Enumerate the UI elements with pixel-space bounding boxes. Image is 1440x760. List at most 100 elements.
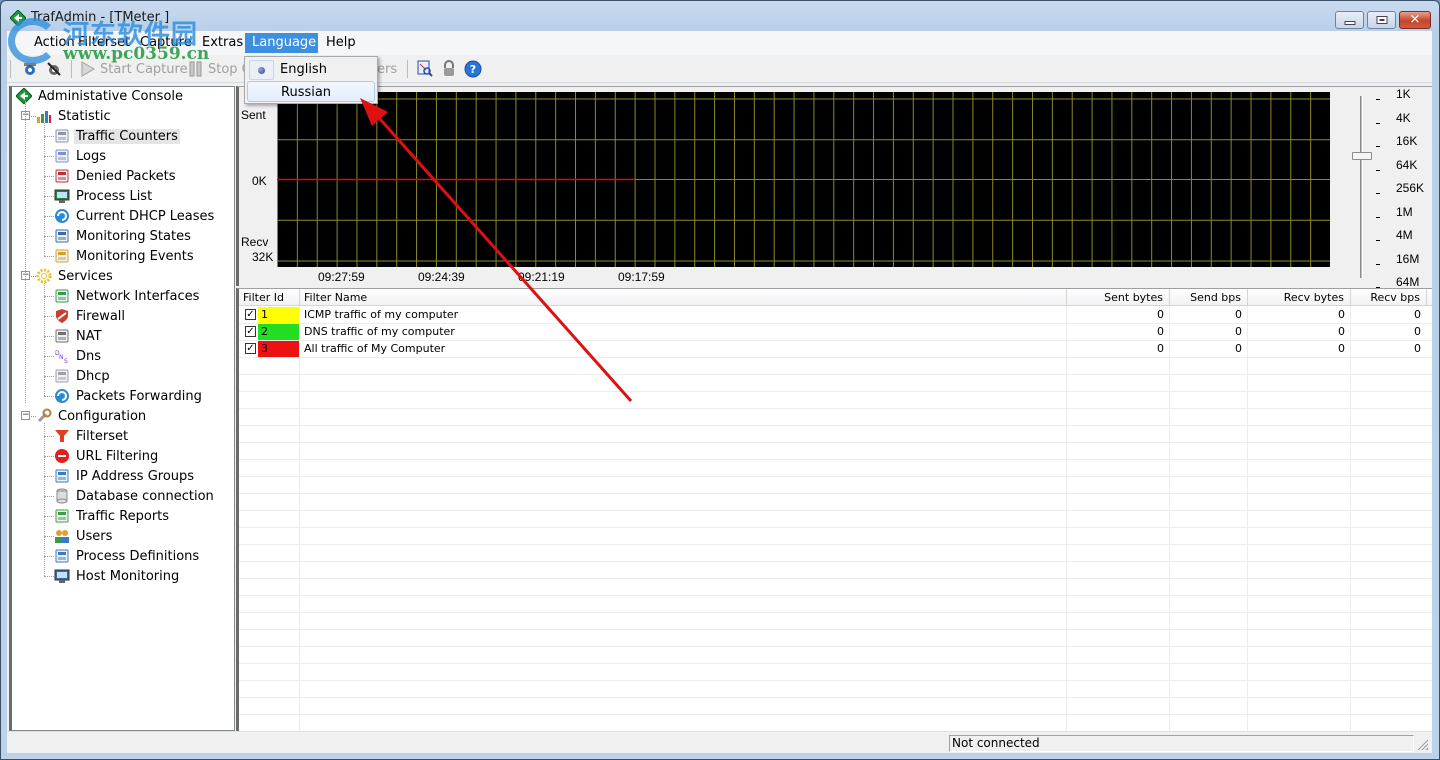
stop-capture-button[interactable]: Stop C xyxy=(187,59,251,79)
tree-item-denied-packets[interactable]: Denied Packets xyxy=(54,167,178,185)
wrench-icon xyxy=(37,408,52,423)
tree-item-current-dhcp-leases[interactable]: Current DHCP Leases xyxy=(54,207,216,225)
tree-item-host-monitoring[interactable]: Host Monitoring xyxy=(54,567,181,585)
scale-tick xyxy=(1376,240,1380,241)
calculator-icon xyxy=(55,129,69,143)
stop-icon xyxy=(55,449,69,463)
sent-bytes-cell: 0 xyxy=(1157,342,1164,355)
tree-item-ip-address-groups[interactable]: IP Address Groups xyxy=(54,467,196,485)
tree-connector xyxy=(44,423,45,576)
toolbar-separator xyxy=(407,60,408,78)
filter-id-cell: 3 xyxy=(258,341,300,357)
language-menu: English Russian xyxy=(244,56,378,104)
database-icon xyxy=(56,488,68,504)
table-row xyxy=(239,545,1432,562)
language-english[interactable]: English xyxy=(247,59,375,80)
resize-grip[interactable] xyxy=(1416,738,1428,750)
table-row xyxy=(239,511,1432,528)
close-icon: ✕ xyxy=(1409,12,1421,28)
menu-help[interactable]: Help xyxy=(319,33,363,53)
tree-group-services[interactable]: Services xyxy=(36,267,115,285)
tree-item-traffic-reports[interactable]: Traffic Reports xyxy=(54,507,171,525)
tree-connector xyxy=(44,256,54,257)
tree-item-monitoring-events[interactable]: Monitoring Events xyxy=(54,247,196,265)
table-row xyxy=(239,409,1432,426)
column-divider xyxy=(1350,306,1351,731)
tree-item-monitoring-states[interactable]: Monitoring States xyxy=(54,227,193,245)
send-bps-cell: 0 xyxy=(1235,308,1242,321)
chart-icon xyxy=(37,111,51,123)
forwarding-icon xyxy=(55,389,69,403)
report-button[interactable] xyxy=(416,59,437,79)
table-row[interactable]: ✓ 2 DNS traffic of my computer 0 0 0 0 xyxy=(239,324,1432,341)
settings-button[interactable] xyxy=(21,59,42,79)
tree-item-database-connection[interactable]: Database connection xyxy=(54,487,216,505)
toolbar-separator xyxy=(71,60,72,78)
filter-id-cell: 2 xyxy=(258,324,300,340)
tree-item-logs[interactable]: Logs xyxy=(54,147,108,165)
tree-item-url-filtering[interactable]: URL Filtering xyxy=(54,447,160,465)
column-header-filter-id[interactable]: Filter Id xyxy=(239,289,300,306)
navigation-tree[interactable]: Administative Console − Statistic Traffic C… xyxy=(9,86,235,731)
column-divider xyxy=(1066,306,1067,731)
filter-name-cell: DNS traffic of my computer xyxy=(304,325,455,338)
tree-root[interactable]: Administative Console xyxy=(16,87,185,105)
tree-item-packets-forwarding[interactable]: Packets Forwarding xyxy=(54,387,204,405)
table-row[interactable]: ✓ 3 All traffic of My Computer 0 0 0 0 xyxy=(239,341,1432,358)
tree-group-statistic[interactable]: Statistic xyxy=(36,107,113,125)
scale-slider-track[interactable] xyxy=(1360,96,1363,278)
hidden-suffix-text: ers xyxy=(377,61,398,77)
table-row[interactable]: ✓ 1 ICMP traffic of my computer 0 0 0 0 xyxy=(239,307,1432,324)
table-row xyxy=(239,715,1432,731)
tree-item-network-interfaces[interactable]: Network Interfaces xyxy=(54,287,201,305)
table-row xyxy=(239,562,1432,579)
filter-enabled-checkbox[interactable]: ✓ xyxy=(245,309,256,320)
lock-button[interactable] xyxy=(440,59,461,79)
tree-item-traffic-counters[interactable]: Traffic Counters xyxy=(54,127,180,145)
table-row xyxy=(239,477,1432,494)
title-bar[interactable]: TrafAdmin - [TMeter ] ✕ xyxy=(1,1,1439,31)
maximize-button[interactable] xyxy=(1367,11,1396,29)
column-header-recv-bytes[interactable]: Recv bytes xyxy=(1248,289,1351,306)
close-button[interactable]: ✕ xyxy=(1399,11,1431,29)
menu-capture[interactable]: Capture xyxy=(133,33,199,53)
tree-item-process-definitions[interactable]: Process Definitions xyxy=(54,547,201,565)
scale-slider-thumb[interactable] xyxy=(1352,152,1372,160)
tree-item-users[interactable]: Users xyxy=(54,527,114,545)
column-header-filter-name[interactable]: Filter Name xyxy=(300,289,1067,306)
tree-connector xyxy=(44,136,54,137)
tools-button[interactable] xyxy=(45,59,66,79)
menu-filterset[interactable]: Filterset xyxy=(71,33,137,53)
tree-item-dns[interactable]: D N S Dns xyxy=(54,347,103,365)
tree-connector xyxy=(44,123,45,256)
column-header-sent-bytes[interactable]: Sent bytes xyxy=(1067,289,1170,306)
filter-enabled-checkbox[interactable]: ✓ xyxy=(245,343,256,354)
collapse-toggle[interactable]: − xyxy=(21,411,30,420)
language-russian[interactable]: Russian xyxy=(247,81,375,102)
table-row xyxy=(239,375,1432,392)
menu-extras[interactable]: Extras xyxy=(195,33,250,53)
tree-item-process-list[interactable]: Process List xyxy=(54,187,154,205)
tree-item-nat[interactable]: NAT xyxy=(54,327,104,345)
graph-time-label: 09:27:59 xyxy=(318,270,365,284)
tree-connector xyxy=(44,336,54,337)
minimize-button[interactable] xyxy=(1335,11,1364,29)
tree-item-label: IP Address Groups xyxy=(76,468,195,484)
tree-item-filterset[interactable]: Filterset xyxy=(54,427,130,445)
tree-root-label: Administative Console xyxy=(38,88,184,104)
tree-group-label: Services xyxy=(58,268,113,284)
tree-item-label: Firewall xyxy=(76,308,126,324)
tree-item-dhcp[interactable]: Dhcp xyxy=(54,367,112,385)
start-capture-button[interactable]: Start Capture xyxy=(79,59,188,79)
help-button[interactable]: ? xyxy=(464,59,485,79)
tree-group-configuration[interactable]: Configuration xyxy=(36,407,148,425)
window-title: TrafAdmin - [TMeter ] xyxy=(31,10,170,25)
language-english-label: English xyxy=(280,62,327,77)
filter-enabled-checkbox[interactable]: ✓ xyxy=(245,326,256,337)
tree-connector xyxy=(44,396,54,397)
start-capture-label: Start Capture xyxy=(100,61,188,77)
menu-language[interactable]: Language xyxy=(245,33,318,53)
column-header-recv-bps[interactable]: Recv bps xyxy=(1351,289,1427,306)
tree-item-firewall[interactable]: Firewall xyxy=(54,307,127,325)
column-header-send-bps[interactable]: Send bps xyxy=(1170,289,1248,306)
